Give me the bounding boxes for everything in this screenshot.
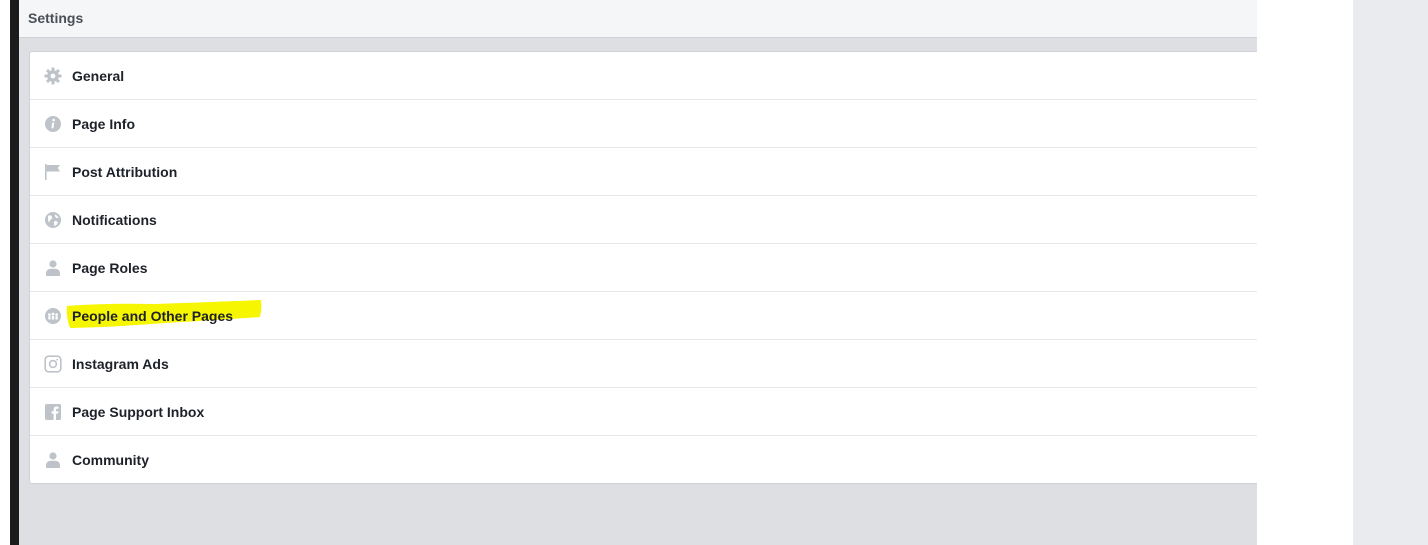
menu-item-community[interactable]: Community (30, 436, 1257, 484)
menu-item-people-and-other-pages[interactable]: People and Other Pages (30, 292, 1257, 340)
settings-header: Settings (19, 0, 1257, 38)
right-margin (1257, 0, 1353, 545)
person-icon (44, 451, 62, 469)
instagram-icon (44, 355, 62, 373)
menu-item-label: Page Info (72, 116, 136, 132)
window-edge (0, 0, 10, 545)
facebook-icon (44, 403, 62, 421)
menu-item-page-support-inbox[interactable]: Page Support Inbox (30, 388, 1257, 436)
menu-item-label: Page Support Inbox (72, 404, 205, 420)
people-icon (44, 307, 62, 325)
globe-icon (44, 211, 62, 229)
menu-item-label: Notifications (72, 212, 157, 228)
gear-icon (44, 67, 62, 85)
menu-item-label: General (72, 68, 125, 84)
right-sidebar-background (1353, 0, 1428, 545)
menu-item-notifications[interactable]: Notifications (30, 196, 1257, 244)
page-title: Settings (28, 10, 84, 26)
menu-item-post-attribution[interactable]: Post Attribution (30, 148, 1257, 196)
menu-item-label: Page Roles (72, 260, 148, 276)
menu-item-label: People and Other Pages (72, 308, 234, 324)
settings-panel: Settings General Page Info Post Attribut… (19, 0, 1257, 545)
menu-item-label: Instagram Ads (72, 356, 169, 372)
flag-icon (44, 163, 62, 181)
menu-item-instagram-ads[interactable]: Instagram Ads (30, 340, 1257, 388)
menu-item-general[interactable]: General (30, 52, 1257, 100)
menu-item-label: Community (72, 452, 149, 468)
info-icon (44, 115, 62, 133)
person-icon (44, 259, 62, 277)
menu-item-page-roles[interactable]: Page Roles (30, 244, 1257, 292)
left-border-bar (10, 0, 19, 545)
menu-item-page-info[interactable]: Page Info (30, 100, 1257, 148)
menu-item-label: Post Attribution (72, 164, 178, 180)
settings-menu: General Page Info Post Attribution Notif… (29, 51, 1257, 484)
